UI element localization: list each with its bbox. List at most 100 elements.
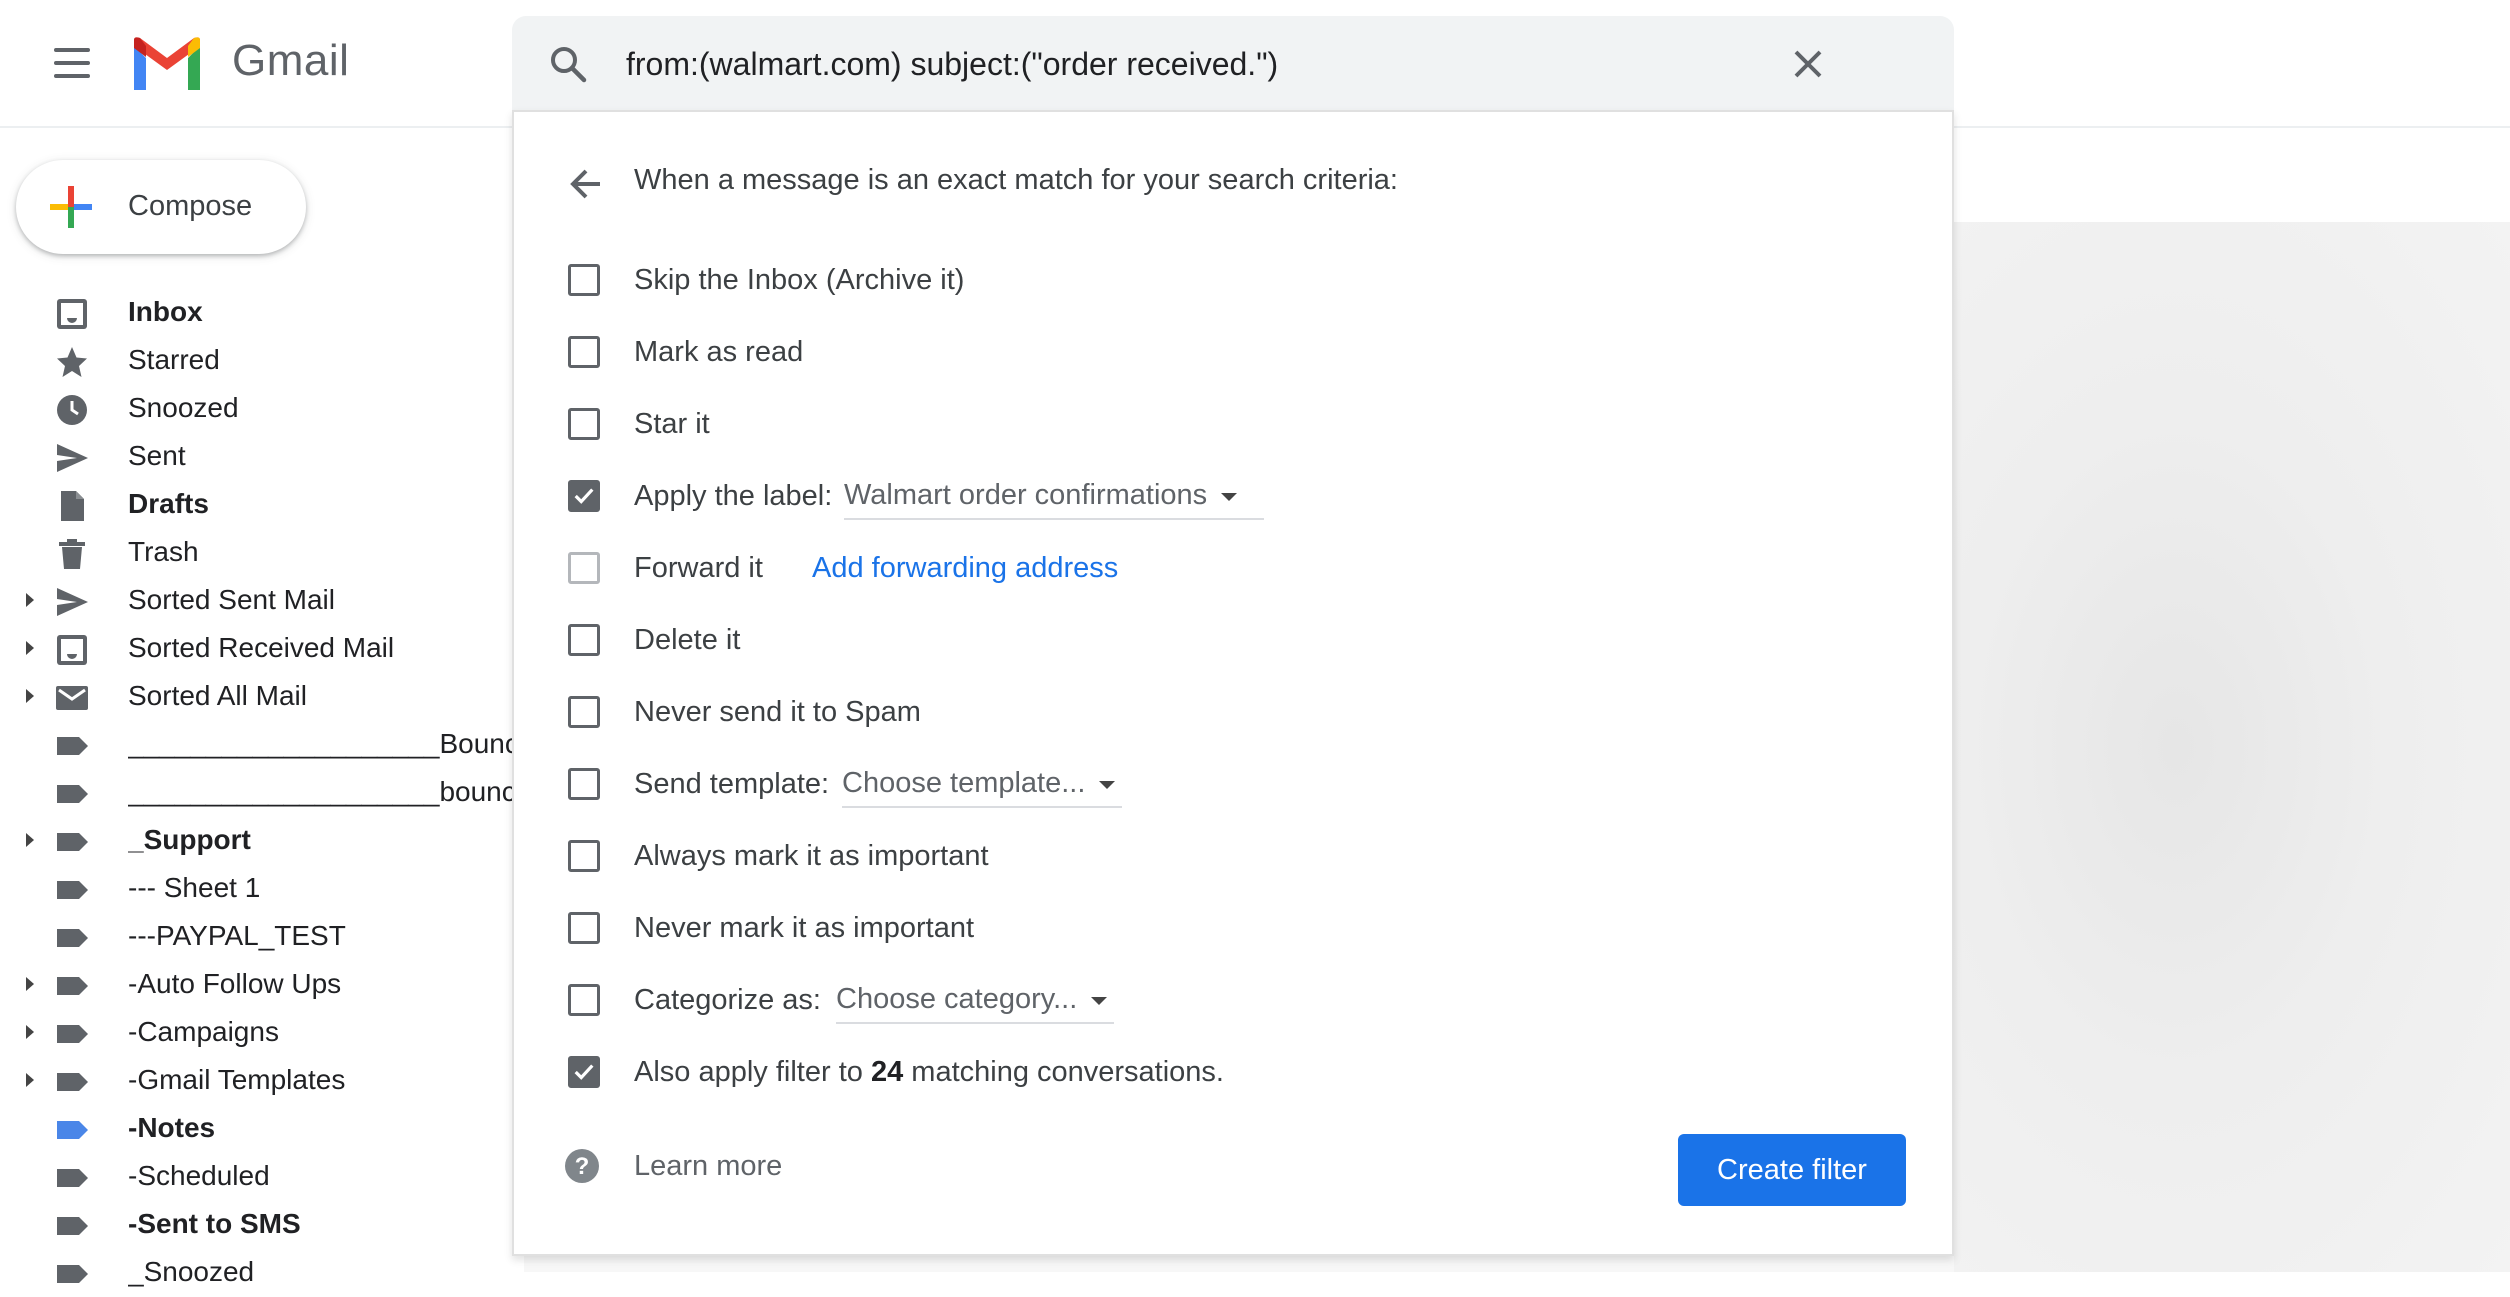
filter-option-dropdown[interactable]: Choose template... [842, 766, 1122, 808]
sidebar-item[interactable]: Sent [0, 432, 512, 480]
expand-caret-icon[interactable] [26, 977, 34, 991]
gmail-logo-text[interactable]: Gmail [232, 36, 349, 86]
dropdown-arrow-icon [1221, 492, 1238, 501]
add-forwarding-address-link[interactable]: Add forwarding address [812, 552, 1118, 585]
sidebar-item[interactable]: ____________________bounce [0, 768, 512, 816]
compose-plus-icon [50, 186, 92, 228]
label-icon [54, 968, 90, 1004]
star-icon [54, 344, 90, 380]
sidebar-item[interactable]: -Sent to SMS [0, 1200, 512, 1248]
sidebar-item[interactable]: Sorted Received Mail [0, 624, 512, 672]
filter-option-checkbox[interactable] [568, 408, 600, 440]
sidebar-item[interactable]: ____________________Bounce [0, 720, 512, 768]
label-icon [54, 1112, 90, 1148]
create-filter-button[interactable]: Create filter [1678, 1134, 1906, 1206]
sidebar-item-label: Sorted Sent Mail [128, 584, 335, 615]
apply-filter-prefix: Also apply filter to [634, 1056, 863, 1088]
dropdown-value: Choose category... [836, 983, 1078, 1015]
filter-option-dropdown[interactable]: Choose category... [836, 982, 1114, 1024]
sidebar-item-label: -Gmail Templates [128, 1064, 346, 1095]
filter-option-checkbox[interactable] [568, 912, 600, 944]
dropdown-arrow-icon [1099, 780, 1116, 789]
sidebar-item[interactable]: -Auto Follow Ups [0, 960, 512, 1008]
filter-option: Forward it Add forwarding address [514, 540, 1954, 600]
sidebar-item[interactable]: -Notes [0, 1104, 512, 1152]
dropdown-arrow-icon [1091, 996, 1108, 1005]
search-input[interactable] [624, 40, 1768, 88]
filter-option-checkbox[interactable] [568, 480, 600, 512]
filter-option-label: Skip the Inbox (Archive it) [634, 264, 965, 296]
filter-option: Send template: Choose template... [514, 756, 1954, 816]
sidebar-item-label: _Support [128, 824, 251, 855]
sidebar-item[interactable]: Snoozed [0, 384, 512, 432]
filter-option-checkbox[interactable] [568, 696, 600, 728]
sidebar-item[interactable]: Drafts [0, 480, 512, 528]
dropdown-value: Choose template... [842, 767, 1086, 799]
filter-option-dropdown[interactable]: Walmart order confirmations [844, 478, 1264, 520]
filter-option: Delete it [514, 612, 1954, 672]
sidebar-item-label: _Snoozed [128, 1256, 255, 1287]
label-icon [54, 1208, 90, 1244]
label-icon [54, 1016, 90, 1052]
filter-option-label: Never send it to Spam [634, 696, 921, 728]
compose-button[interactable]: Compose [16, 160, 306, 254]
email-list-backdrop [1954, 222, 2510, 1272]
svg-text:?: ? [575, 1153, 590, 1180]
filter-option-checkbox[interactable] [568, 1056, 600, 1088]
search-icon[interactable] [546, 42, 590, 86]
matching-conversation-count: 24 [870, 1056, 904, 1088]
sidebar-item-label: -Sent to SMS [128, 1208, 301, 1239]
sidebar-item[interactable]: ---PAYPAL_TEST [0, 912, 512, 960]
expand-caret-icon[interactable] [26, 689, 34, 703]
close-search-icon[interactable] [1782, 38, 1834, 90]
sidebar-item[interactable]: -Scheduled [0, 1152, 512, 1200]
sidebar-item[interactable]: _Support [0, 816, 512, 864]
sidebar-item-label: -Scheduled [128, 1160, 270, 1191]
filter-option-checkbox[interactable] [568, 840, 600, 872]
filter-option: Always mark it as important [514, 828, 1954, 888]
main-menu-icon[interactable] [44, 38, 100, 90]
sidebar-item[interactable]: -Campaigns [0, 1008, 512, 1056]
label-icon [54, 1064, 90, 1100]
sidebar-item-label: Sent [128, 440, 186, 471]
expand-caret-icon[interactable] [26, 1073, 34, 1087]
expand-caret-icon[interactable] [26, 833, 34, 847]
sidebar-item[interactable]: -Gmail Templates [0, 1056, 512, 1104]
back-arrow-icon[interactable] [564, 162, 608, 206]
expand-caret-icon[interactable] [26, 593, 34, 607]
sidebar-item-label: Sorted All Mail [128, 680, 307, 711]
filter-option-checkbox[interactable] [568, 552, 600, 584]
sidebar-item-label: --- Sheet 1 [128, 872, 261, 903]
sidebar-item-label: ____________________Bounce [128, 728, 512, 759]
filter-option-checkbox[interactable] [568, 336, 600, 368]
filter-option: Apply the label: Walmart order confirmati… [514, 468, 1954, 528]
filter-option-checkbox[interactable] [568, 264, 600, 296]
sidebar-item[interactable]: Starred [0, 336, 512, 384]
sidebar-item[interactable]: --- Sheet 1 [0, 864, 512, 912]
sidebar-item[interactable]: Sorted All Mail [0, 672, 512, 720]
label-icon [54, 1160, 90, 1196]
filter-option-checkbox[interactable] [568, 984, 600, 1016]
label-icon [54, 776, 90, 812]
label-icon [54, 1256, 90, 1292]
sidebar-item-label: -Auto Follow Ups [128, 968, 342, 999]
help-icon[interactable]: ? [564, 1148, 600, 1184]
filter-option-checkbox[interactable] [568, 624, 600, 656]
sidebar-item[interactable]: _Snoozed [0, 1248, 512, 1296]
sidebar-item[interactable]: Trash [0, 528, 512, 576]
filter-option-checkbox[interactable] [568, 768, 600, 800]
expand-caret-icon[interactable] [26, 1025, 34, 1039]
expand-caret-icon[interactable] [26, 641, 34, 655]
filter-option: Skip the Inbox (Archive it) [514, 252, 1954, 312]
sidebar-item-label: Trash [128, 536, 199, 567]
filter-option-label: Forward it [634, 552, 763, 584]
filter-option-label: Categorize as: [634, 984, 821, 1016]
learn-more-link[interactable]: Learn more [634, 1150, 782, 1183]
sidebar-item[interactable]: Inbox [0, 288, 512, 336]
filter-option: Never mark it as important [514, 900, 1954, 960]
gmail-logo-icon[interactable] [128, 34, 206, 94]
filter-option-label: Delete it [634, 624, 741, 656]
compose-label: Compose [128, 190, 253, 222]
label-icon [54, 824, 90, 860]
sidebar-item[interactable]: Sorted Sent Mail [0, 576, 512, 624]
